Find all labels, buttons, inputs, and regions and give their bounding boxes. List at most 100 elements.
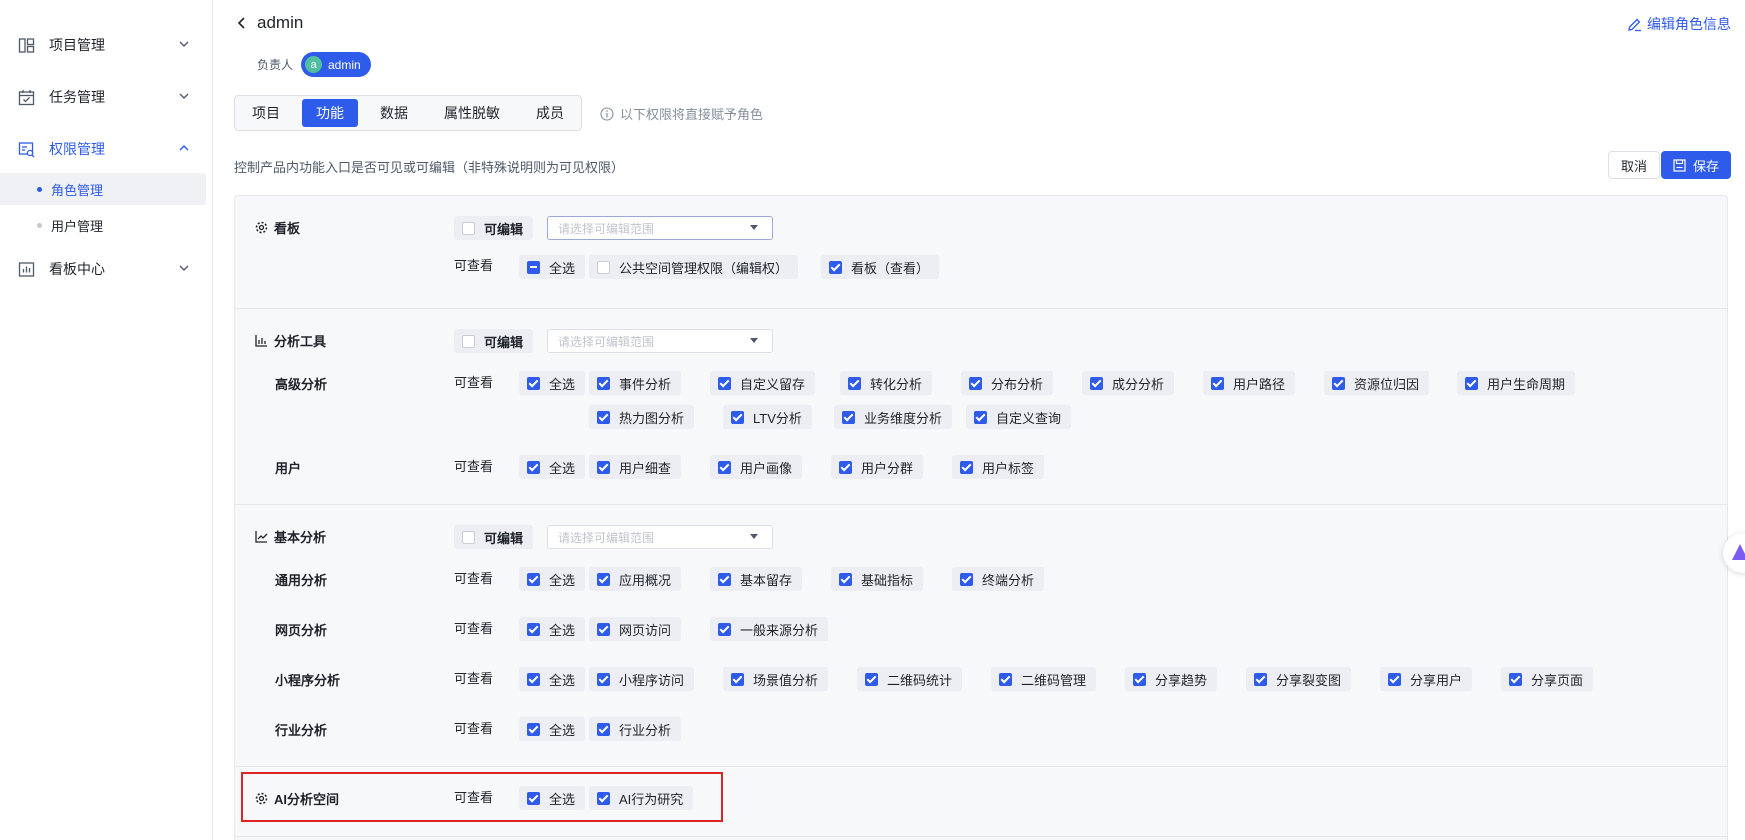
option-checkbox[interactable]: 用户标签 xyxy=(952,455,1045,479)
select-all-checkbox[interactable]: 全选 xyxy=(519,617,586,641)
tab-project[interactable]: 项目 xyxy=(238,99,294,127)
checkbox-label: 分享用户 xyxy=(1410,672,1463,688)
option-checkbox[interactable]: 自定义查询 xyxy=(966,405,1072,429)
option-checkbox[interactable]: 网页访问 xyxy=(589,617,682,641)
bar-chart-icon xyxy=(255,335,267,347)
checkbox-box xyxy=(842,410,855,424)
sidebar-item-user-management[interactable]: 用户管理 xyxy=(0,209,206,241)
option-checkbox[interactable]: 公共空间管理权限（编辑权） xyxy=(589,255,799,279)
option-checkbox[interactable]: 分享裂变图 xyxy=(1246,667,1352,691)
tab-members[interactable]: 成员 xyxy=(522,99,578,127)
sidebar-item-role-management[interactable]: 角色管理 xyxy=(0,173,206,205)
cancel-button[interactable]: 取消 xyxy=(1607,151,1660,179)
option-checkbox[interactable]: 热力图分析 xyxy=(589,405,695,429)
checkbox-box xyxy=(1332,376,1345,390)
edit-role-info-label: 编辑角色信息 xyxy=(1647,16,1731,32)
option-checkbox[interactable]: LTV分析 xyxy=(723,405,812,429)
checkbox-box xyxy=(1090,376,1103,390)
checkbox-label: 自定义查询 xyxy=(996,410,1062,426)
owner-label: 负责人 xyxy=(257,58,294,72)
sidebar-group-dashboard-center[interactable]: 看板中心 xyxy=(0,251,213,287)
select-all-checkbox[interactable]: 全选 xyxy=(519,567,586,591)
option-checkbox[interactable]: 小程序访问 xyxy=(589,667,695,691)
option-checkbox[interactable]: 分布分析 xyxy=(961,371,1054,395)
select-all-checkbox[interactable]: 全选 xyxy=(519,255,586,279)
permission-tabs: 项目 功能 数据 属性脱敏 成员 xyxy=(234,95,582,131)
section-title-label: 基本分析 xyxy=(274,530,327,545)
editable-checkbox[interactable]: 可编辑 xyxy=(454,216,534,240)
checkbox-label: 二维码管理 xyxy=(1021,672,1087,688)
option-checkbox[interactable]: 成分分析 xyxy=(1082,371,1175,395)
checkbox-box xyxy=(527,376,540,390)
option-checkbox[interactable]: 用户细查 xyxy=(589,455,682,479)
permission-description: 控制产品内功能入口是否可见或可编辑（非特殊说明则为可见权限） xyxy=(234,160,625,175)
option-checkbox[interactable]: 分享趋势 xyxy=(1125,667,1218,691)
checkbox-label: 场景值分析 xyxy=(753,672,819,688)
calendar-check-icon xyxy=(18,90,35,106)
option-checkbox[interactable]: 基本留存 xyxy=(710,567,803,591)
divider xyxy=(235,308,1727,309)
back-arrow-icon[interactable] xyxy=(234,15,250,31)
editable-checkbox[interactable]: 可编辑 xyxy=(454,525,534,549)
checkbox-box xyxy=(597,622,610,636)
option-checkbox[interactable]: 分享页面 xyxy=(1501,667,1594,691)
subsection-title-industry: 行业分析 xyxy=(275,723,328,738)
option-checkbox[interactable]: 转化分析 xyxy=(840,371,933,395)
viewable-label: 可查看 xyxy=(454,375,494,390)
select-all-checkbox[interactable]: 全选 xyxy=(519,371,586,395)
option-checkbox[interactable]: 基础指标 xyxy=(831,567,924,591)
checkbox-box xyxy=(718,622,731,636)
option-checkbox[interactable]: 事件分析 xyxy=(589,371,682,395)
checkbox-label: 小程序访问 xyxy=(619,672,685,688)
subsection-title-advanced: 高级分析 xyxy=(275,377,328,392)
checkbox-box xyxy=(527,460,540,474)
viewable-label: 可查看 xyxy=(454,621,494,636)
tab-data[interactable]: 数据 xyxy=(366,99,422,127)
divider xyxy=(235,766,1727,767)
save-button[interactable]: 保存 xyxy=(1660,151,1731,179)
checkbox-label: 全选 xyxy=(549,672,576,688)
edit-range-select[interactable]: 请选择可编辑范围 xyxy=(547,329,773,353)
checkbox-box xyxy=(718,572,731,586)
tab-attribute-masking[interactable]: 属性脱敏 xyxy=(430,99,514,127)
option-checkbox[interactable]: 应用概况 xyxy=(589,567,682,591)
checkbox-label: 事件分析 xyxy=(619,376,672,392)
checkbox-label: 应用概况 xyxy=(619,572,672,588)
option-checkbox[interactable]: 终端分析 xyxy=(952,567,1045,591)
edit-range-select[interactable]: 请选择可编辑范围 xyxy=(547,216,773,240)
option-checkbox[interactable]: 资源位归因 xyxy=(1324,371,1430,395)
editable-checkbox[interactable]: 可编辑 xyxy=(454,329,534,353)
select-all-checkbox[interactable]: 全选 xyxy=(519,717,586,741)
divider xyxy=(235,504,1727,505)
checkbox-box xyxy=(999,672,1012,686)
option-checkbox[interactable]: 自定义留存 xyxy=(710,371,816,395)
option-checkbox[interactable]: 业务维度分析 xyxy=(834,405,953,429)
option-checkbox[interactable]: 用户分群 xyxy=(831,455,924,479)
option-checkbox[interactable]: 一般来源分析 xyxy=(710,617,829,641)
sidebar-group-project[interactable]: 项目管理 xyxy=(0,27,213,63)
checkbox-box xyxy=(1509,672,1522,686)
permission-panel: 看板 可编辑 请选择可编辑范围 可查看 全选 公共空间管理权限（编辑权） 看板（… xyxy=(234,195,1728,840)
option-checkbox[interactable]: 二维码统计 xyxy=(857,667,963,691)
option-checkbox[interactable]: 用户路径 xyxy=(1203,371,1296,395)
option-checkbox[interactable]: 行业分析 xyxy=(589,717,682,741)
edit-range-select[interactable]: 请选择可编辑范围 xyxy=(547,525,773,549)
option-checkbox[interactable]: 用户画像 xyxy=(710,455,803,479)
option-checkbox[interactable]: 看板（查看） xyxy=(821,255,940,279)
sidebar-item-label: 用户管理 xyxy=(51,218,104,234)
checkbox-label: 全选 xyxy=(549,260,576,276)
option-checkbox[interactable]: 分享用户 xyxy=(1380,667,1473,691)
sidebar-group-task[interactable]: 任务管理 xyxy=(0,79,213,115)
option-checkbox[interactable]: 场景值分析 xyxy=(723,667,829,691)
sidebar-group-permission[interactable]: 权限管理 xyxy=(0,131,213,167)
select-all-checkbox[interactable]: 全选 xyxy=(519,455,586,479)
checkbox-label: 分布分析 xyxy=(991,376,1044,392)
sidebar-group-label: 项目管理 xyxy=(49,37,105,53)
sidebar-item-label: 角色管理 xyxy=(51,182,104,198)
edit-role-info-link[interactable]: 编辑角色信息 xyxy=(1627,14,1731,34)
checkbox-label: 全选 xyxy=(549,376,576,392)
option-checkbox[interactable]: 二维码管理 xyxy=(991,667,1097,691)
tab-function[interactable]: 功能 xyxy=(302,99,358,127)
select-all-checkbox[interactable]: 全选 xyxy=(519,667,586,691)
option-checkbox[interactable]: 用户生命周期 xyxy=(1457,371,1576,395)
